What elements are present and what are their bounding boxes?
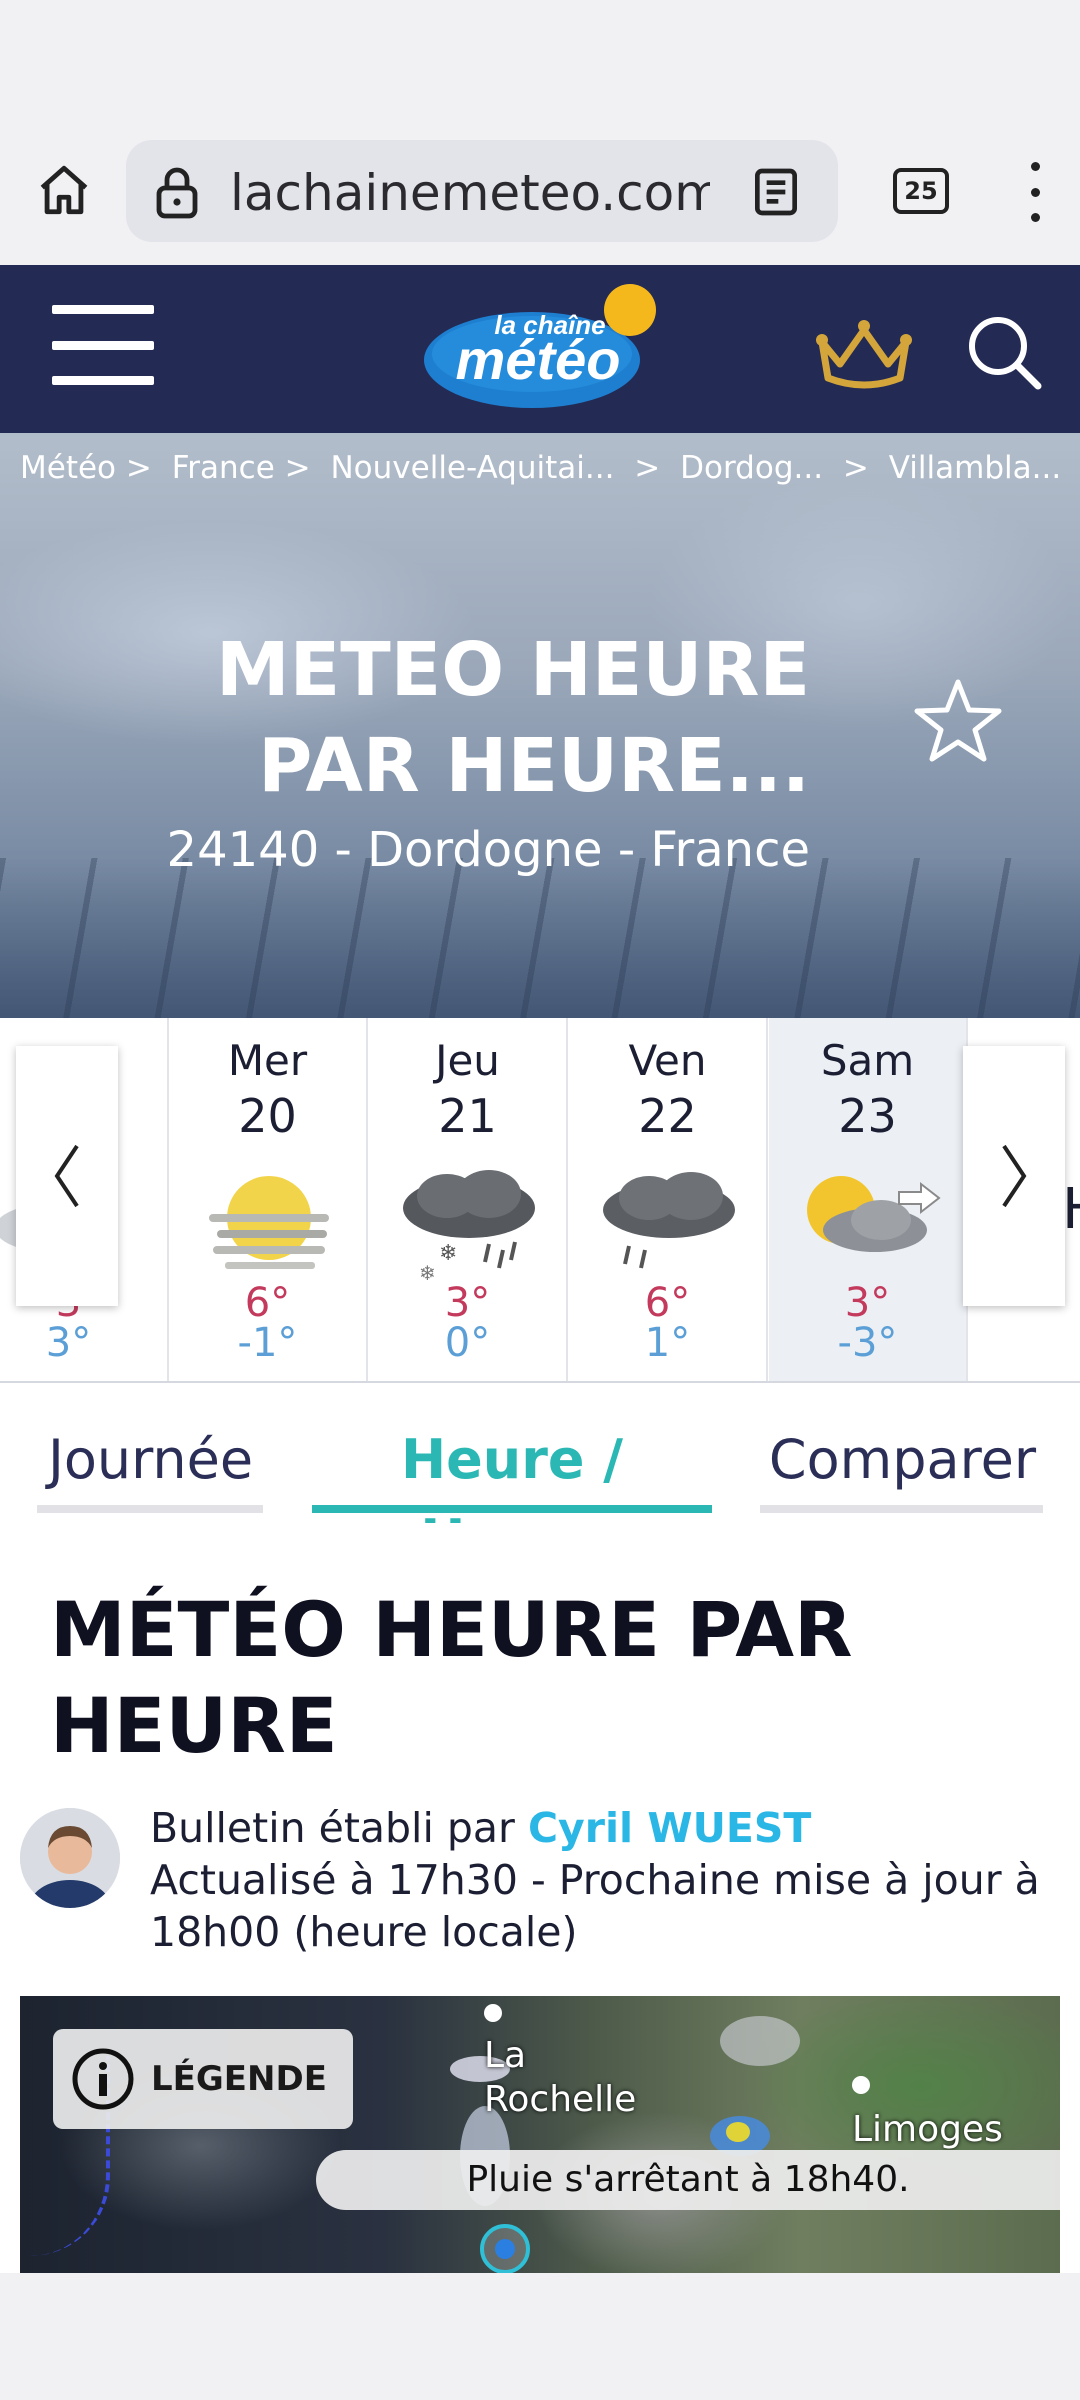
info-icon <box>72 2048 134 2110</box>
dot-icon <box>1030 187 1040 197</box>
rain-forecast-note: Pluie s'arrêtant à 18h40. <box>316 2150 1060 2210</box>
dot-icon <box>1030 213 1040 222</box>
section-title-line: HEURE <box>50 1681 338 1770</box>
snow-rain-icon: ❄ ❄ <box>403 1170 535 1285</box>
home-icon <box>40 165 88 215</box>
day-number: 23 <box>838 1089 897 1143</box>
breadcrumb-item[interactable]: France > <box>172 450 311 486</box>
temp-min: -3° <box>837 1320 898 1366</box>
day-name: Jeu <box>435 1036 500 1085</box>
day-card[interactable]: Ven 22 6° 1° <box>569 1018 768 1381</box>
breadcrumb-item[interactable]: Météo > <box>20 450 152 486</box>
tab-underline <box>760 1505 1043 1513</box>
temp-min: -1° <box>237 1320 298 1366</box>
svg-text:❄: ❄ <box>439 1241 457 1266</box>
bulletin-info: Bulletin établi par Cyril WUEST Actualis… <box>150 1802 1050 1958</box>
hero-background-image <box>0 858 1080 1018</box>
menu-line-icon <box>52 305 154 314</box>
day-number: 22 <box>638 1089 697 1143</box>
tab-underline-active <box>312 1505 712 1513</box>
favorite-star-icon[interactable] <box>912 676 1004 764</box>
location-marker-dot <box>495 2239 515 2259</box>
author-link[interactable]: Cyril WUEST <box>528 1804 811 1852</box>
tab-switcher-button[interactable]: 25 <box>893 168 949 214</box>
tab-comparer[interactable]: Comparer <box>760 1420 1045 1500</box>
menu-line-icon <box>52 340 154 350</box>
crown-icon[interactable] <box>812 312 916 394</box>
breadcrumb-item[interactable]: Dordog... <box>680 450 823 486</box>
sun-cloud-wind-icon <box>807 1176 941 1252</box>
city-dot <box>484 2004 502 2022</box>
svg-text:météo: météo <box>456 328 621 391</box>
day-card[interactable]: Jeu 21 ❄ ❄ 3° 0° <box>369 1018 568 1381</box>
city-dot <box>852 2076 870 2094</box>
avatar-portrait <box>20 1808 120 1908</box>
day-name: Ven <box>628 1036 707 1085</box>
home-button[interactable] <box>32 158 96 222</box>
update-line: 18h00 (heure locale) <box>150 1908 578 1956</box>
chevron-right-icon <box>1002 1144 1027 1208</box>
breadcrumb-item[interactable]: Nouvelle-Aquitai... <box>330 450 614 486</box>
hamburger-menu-button[interactable] <box>52 305 154 385</box>
city-name-line: La <box>484 2035 527 2076</box>
location-subtitle: 24140 - Dordogne - France <box>166 822 810 878</box>
radar-rain-cell <box>726 2122 750 2142</box>
browser-menu-button[interactable] <box>1020 162 1050 222</box>
legend-button[interactable]: LÉGENDE <box>53 2029 353 2129</box>
rain-cloud-icon <box>603 1172 735 1269</box>
chevron-left-icon <box>54 1144 79 1208</box>
page-title-line: METEO HEURE <box>216 627 810 713</box>
hazy-sun-icon <box>209 1176 329 1269</box>
previous-day-button[interactable] <box>16 1046 118 1306</box>
city-name-line: Rochelle <box>484 2079 637 2120</box>
temp-min: 3° <box>45 1320 92 1366</box>
city-label: La Rochelle <box>484 2034 636 2122</box>
breadcrumb: Météo > France > Nouvelle-Aquitai... > D… <box>20 446 1070 490</box>
reader-mode-icon[interactable] <box>748 164 804 220</box>
day-name: Mer <box>227 1036 308 1085</box>
day-name: Sam <box>820 1036 915 1085</box>
section-title-line: MÉTÉO HEURE PAR <box>50 1585 853 1674</box>
day-number: 20 <box>238 1089 297 1143</box>
temp-min: 0° <box>444 1320 491 1366</box>
city-label: Limoges <box>852 2109 1003 2150</box>
section-title: MÉTÉO HEURE PAR HEURE <box>50 1582 1030 1774</box>
url-text[interactable]: lachainemeteo.com/ <box>230 160 710 226</box>
bulletin-prefix: Bulletin établi par <box>150 1804 515 1852</box>
day-number: 21 <box>438 1089 497 1143</box>
page-title: METEO HEURE PAR HEURE... <box>100 622 810 814</box>
lock-icon <box>156 167 198 219</box>
update-line: Actualisé à 17h30 - Prochaine mise à jou… <box>150 1856 1040 1904</box>
search-icon[interactable] <box>964 312 1044 392</box>
status-bar-area <box>0 0 1080 130</box>
menu-line-icon <box>52 376 154 385</box>
site-logo[interactable]: la chaîne météo <box>420 282 660 412</box>
tab-heure-heure[interactable]: Heure / Heure <box>312 1420 712 1571</box>
breadcrumb-separator: > <box>842 450 869 486</box>
breadcrumb-separator: > <box>634 450 661 486</box>
tab-underline <box>37 1505 263 1513</box>
author-avatar <box>20 1808 120 1908</box>
day-card[interactable]: Sam 23 3° -3° <box>769 1018 968 1381</box>
page-title-line: PAR HEURE... <box>258 723 810 809</box>
radar-cloud <box>720 2016 800 2066</box>
dot-icon <box>1030 162 1040 171</box>
temp-min: 1° <box>644 1320 691 1366</box>
next-day-button[interactable] <box>963 1046 1065 1306</box>
tab-journee[interactable]: Journée <box>38 1420 263 1500</box>
breadcrumb-item[interactable]: Villambla... <box>889 450 1061 486</box>
day-card[interactable]: Mer 20 6° -1° <box>169 1018 368 1381</box>
legend-label: LÉGENDE <box>151 2059 327 2099</box>
